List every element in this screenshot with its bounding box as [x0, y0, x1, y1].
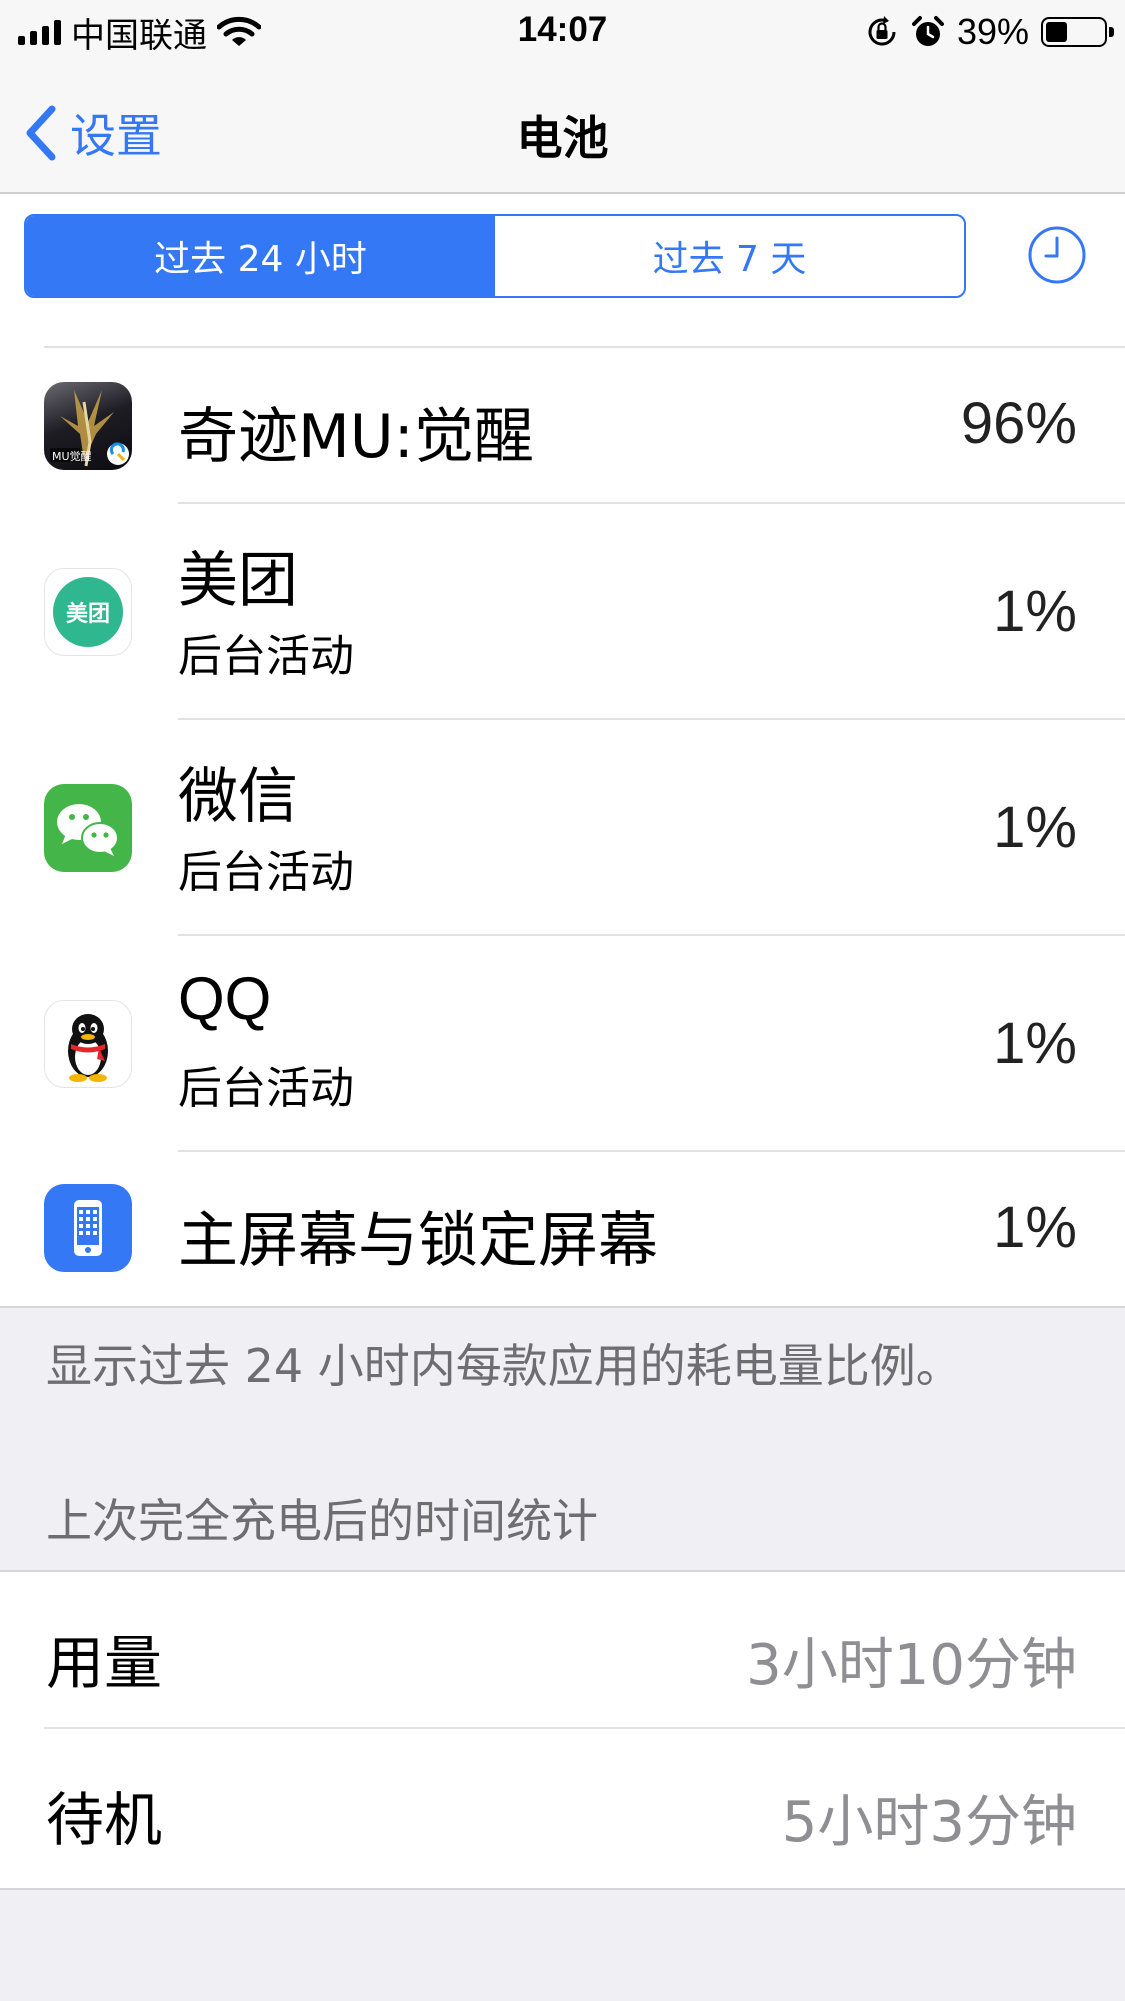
app-battery-percent: 1% [993, 1011, 1077, 1076]
app-battery-percent: 1% [993, 795, 1077, 860]
battery-level-fill [1046, 22, 1067, 42]
app-name: 主屏幕与锁定屏幕 [178, 1206, 658, 1276]
app-row-home-lock-screen[interactable]: 主屏幕与锁定屏幕 1% [0, 1152, 1125, 1306]
usage-stats-group: 用量 3小时10分钟 待机 5小时3分钟 [0, 1570, 1125, 1890]
app-name: 奇迹MU:觉醒 [178, 402, 534, 472]
navigation-bar: 设置 电池 [0, 62, 1125, 194]
app-name: 美团 [178, 546, 298, 616]
stat-row-standby: 待机 5小时3分钟 [0, 1729, 1125, 1886]
battery-icon [1041, 17, 1114, 47]
battery-usage-card: 过去 24 小时 过去 7 天 MU觉醒 奇迹MU:觉醒 96% 美团 美团 后… [0, 194, 1125, 1308]
qq-app-icon [44, 1000, 132, 1088]
usage-footer-note: 显示过去 24 小时内每款应用的耗电量比例。 [46, 1339, 962, 1393]
time-range-segmented-control: 过去 24 小时 过去 7 天 [24, 214, 966, 298]
game-app-icon: MU觉醒 [44, 382, 132, 470]
wechat-app-icon [44, 784, 132, 872]
clock-icon[interactable] [1026, 224, 1088, 286]
app-subtitle: 后台活动 [178, 1063, 354, 1114]
app-name: QQ [178, 965, 272, 1032]
app-battery-percent: 1% [993, 1195, 1077, 1260]
page-title: 电池 [516, 111, 609, 165]
segment-last-24-hours[interactable]: 过去 24 小时 [26, 216, 495, 296]
app-row-mu-awakening[interactable]: MU觉醒 奇迹MU:觉醒 96% [0, 348, 1125, 504]
app-subtitle: 后台活动 [178, 847, 354, 898]
section-header-since-last-charge: 上次完全充电后的时间统计 [46, 1494, 598, 1548]
stat-value: 3小时10分钟 [746, 1633, 1077, 1698]
stat-label: 待机 [46, 1786, 163, 1854]
battery-percentage: 39% [956, 11, 1029, 52]
app-battery-percent: 1% [993, 579, 1077, 644]
status-bar: 中国联通 14:07 39% [0, 0, 1125, 62]
status-right: 39% [865, 10, 1114, 54]
stat-row-usage: 用量 3小时10分钟 [0, 1572, 1125, 1729]
app-row-meituan[interactable]: 美团 美团 后台活动 1% [0, 504, 1125, 720]
stat-label: 用量 [46, 1629, 163, 1697]
app-battery-percent: 96% [960, 391, 1077, 456]
meituan-logo-text: 美团 [53, 577, 123, 647]
alarm-icon [911, 16, 944, 46]
app-row-wechat[interactable]: 微信 后台活动 1% [0, 720, 1125, 936]
segment-last-7-days[interactable]: 过去 7 天 [495, 216, 964, 296]
stat-value: 5小时3分钟 [781, 1790, 1077, 1855]
meituan-app-icon: 美团 [44, 568, 132, 656]
app-row-qq[interactable]: QQ 后台活动 1% [0, 936, 1125, 1152]
orientation-lock-icon [868, 16, 896, 46]
svg-text:MU觉醒: MU觉醒 [52, 450, 92, 463]
homescreen-icon [44, 1184, 132, 1272]
app-name: 微信 [178, 762, 298, 832]
app-subtitle: 后台活动 [178, 631, 354, 682]
